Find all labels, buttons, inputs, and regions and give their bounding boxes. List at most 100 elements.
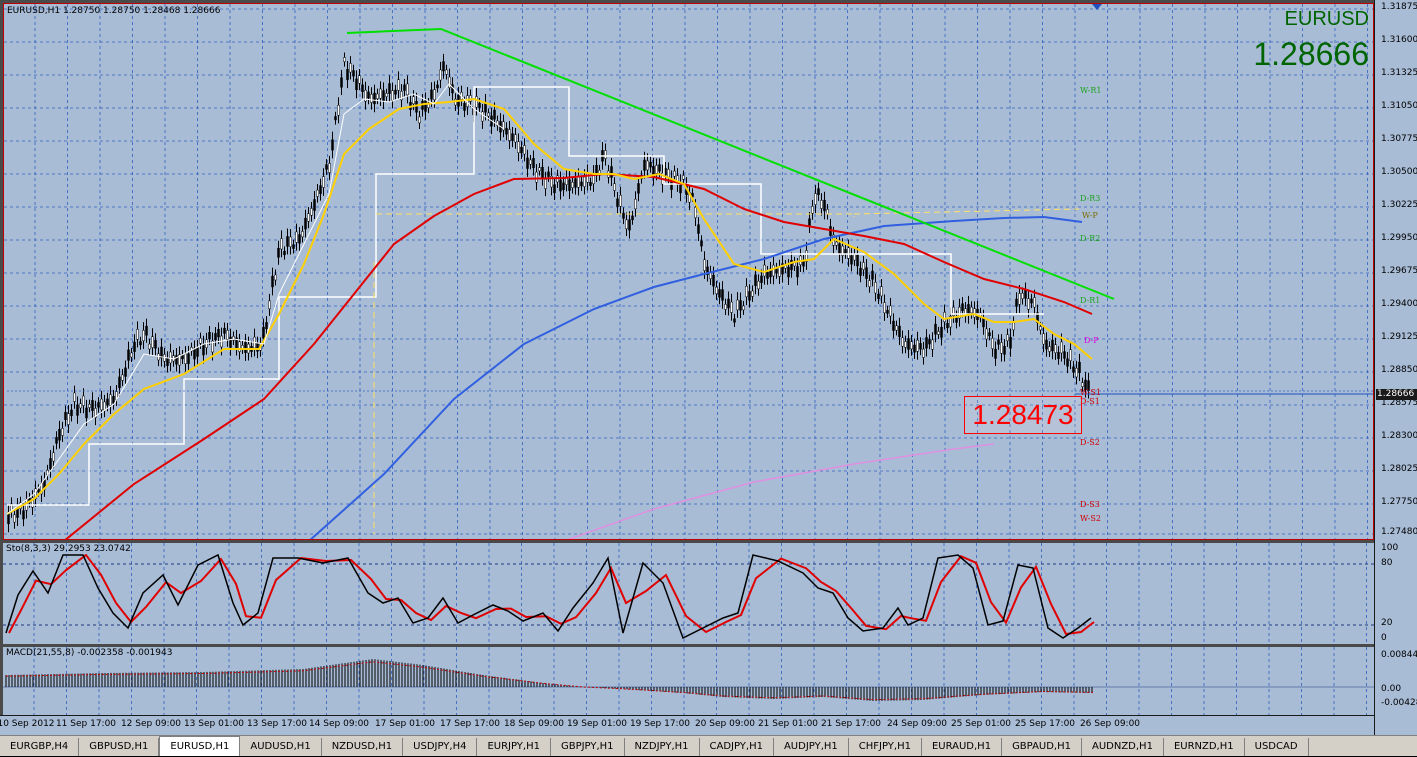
candle-body — [697, 224, 700, 234]
chart-tab-euraud-h1[interactable]: EURAUD,H1 — [922, 738, 1003, 756]
pivot-label-d-r1: D-R1 — [1080, 296, 1101, 305]
chart-tab-audjpy-h1[interactable]: AUDJPY,H1 — [774, 738, 849, 756]
candle-body — [187, 353, 190, 364]
price-chart-canvas[interactable] — [4, 4, 1374, 540]
candle-body — [1069, 349, 1072, 361]
candle-body — [340, 77, 343, 88]
candle-body — [304, 217, 307, 230]
chart-tab-chfjpy-h1[interactable]: CHFJPY,H1 — [849, 738, 922, 756]
chart-tab-usdjpy-h4[interactable]: USDJPY,H4 — [403, 738, 478, 756]
candle-body — [475, 96, 478, 108]
chart-tab-eurgbp-h4[interactable]: EURGBP,H4 — [0, 738, 80, 756]
chart-tab-eurnzd-h1[interactable]: EURNZD,H1 — [1164, 738, 1245, 756]
price-axis-label: 1.28850 — [1381, 365, 1417, 375]
candle-body — [820, 200, 823, 209]
candle-body — [811, 206, 814, 214]
candle-body — [343, 57, 346, 62]
candle-body — [1024, 289, 1027, 299]
candle-body — [106, 398, 109, 406]
candle-body — [244, 341, 247, 353]
candle-body — [730, 301, 733, 313]
candle-body — [169, 351, 172, 364]
candle-body — [658, 164, 661, 172]
price-axis-label: 1.31875 — [1381, 2, 1417, 12]
candle-body — [322, 176, 325, 188]
candle-body — [757, 280, 760, 290]
candle-body — [583, 176, 586, 187]
price-chart-pane[interactable]: EURUSD,H1 1.28750 1.28750 1.28468 1.2866… — [3, 3, 1374, 540]
time-axis-label: 19 Sep 01:00 — [566, 719, 628, 729]
chart-tab-gbpaud-h1[interactable]: GBPAUD,H1 — [1002, 738, 1082, 756]
candle-body — [826, 209, 829, 215]
candle-body — [643, 159, 646, 171]
chart-tab-nzdusd-h1[interactable]: NZDUSD,H1 — [322, 738, 404, 756]
candle-body — [79, 403, 82, 409]
candle-body — [703, 259, 706, 271]
chart-info-line: EURUSD,H1 1.28750 1.28750 1.28468 1.2866… — [7, 6, 221, 16]
candle-body — [760, 275, 763, 283]
candle-body — [1015, 298, 1018, 307]
candle-body — [859, 267, 862, 276]
time-axis[interactable]: 10 Sep 2012 11 Sep 17:00 12 Sep 09:00 13 Se… — [0, 715, 1374, 736]
chart-tab-audnzd-h1[interactable]: AUDNZD,H1 — [1082, 738, 1164, 756]
candle-body — [208, 332, 211, 340]
candle-body — [337, 105, 340, 116]
candle-body — [394, 89, 397, 95]
candle-body — [184, 353, 187, 364]
candle-body — [352, 70, 355, 77]
macd-axis-label: 0.008444 — [1381, 650, 1417, 660]
candle-body — [637, 183, 640, 194]
candle-body — [505, 127, 508, 135]
candle-body — [745, 286, 748, 298]
candle-body — [907, 338, 910, 350]
candle-body — [274, 274, 277, 281]
candle-body — [313, 199, 316, 211]
candle-body — [310, 208, 313, 216]
chart-window[interactable]: EURUSD,H1 1.28750 1.28750 1.28468 1.2866… — [0, 0, 1417, 736]
chart-tab-nzdjpy-h1[interactable]: NZDJPY,H1 — [625, 738, 700, 756]
candle-body — [103, 401, 106, 411]
price-axis-label: 1.31325 — [1381, 68, 1417, 78]
candle-body — [433, 89, 436, 101]
candle-body — [622, 212, 625, 219]
chart-tab-cadjpy-h1[interactable]: CADJPY,H1 — [700, 738, 774, 756]
candle-body — [319, 185, 322, 194]
time-axis-label: 11 Sep 17:00 — [55, 719, 117, 729]
macd-canvas[interactable] — [3, 647, 1374, 715]
chart-tab-gbpusd-h1[interactable]: GBPUSD,H1 — [79, 738, 160, 756]
candle-body — [667, 169, 670, 178]
stochastic-canvas[interactable] — [3, 543, 1374, 644]
candle-body — [913, 344, 916, 353]
candle-body — [772, 264, 775, 277]
candle-body — [883, 302, 886, 314]
candle-body — [277, 248, 280, 258]
time-axis-label: 13 Sep 17:00 — [246, 719, 308, 729]
candle-body — [874, 282, 877, 294]
pivot-label-d-p: D-P — [1084, 336, 1099, 345]
candle-body — [355, 78, 358, 91]
chart-tab-usdcad[interactable]: USDCAD — [1245, 738, 1309, 756]
candle-body — [214, 333, 217, 341]
candle-body — [1039, 326, 1042, 331]
chart-tab-eurjpy-h1[interactable]: EURJPY,H1 — [477, 738, 551, 756]
chart-tab-audusd-h1[interactable]: AUDUSD,H1 — [240, 738, 322, 756]
candle-body — [1075, 367, 1078, 378]
stochastic-pane[interactable]: Sto(8,3,3) 29.2953 23.0742 — [3, 543, 1374, 644]
candle-body — [934, 323, 937, 335]
candle-body — [136, 329, 139, 340]
candle-body — [577, 176, 580, 188]
candle-body — [748, 291, 751, 301]
candle-body — [568, 179, 571, 191]
macd-pane[interactable]: MACD(21,55,8) -0.002358 -0.001943 — [3, 647, 1374, 715]
candle-body — [385, 93, 388, 97]
time-axis-label: 18 Sep 09:00 — [503, 719, 565, 729]
chart-tab-eurusd-h1[interactable]: EURUSD,H1 — [159, 736, 241, 756]
candle-body — [298, 234, 301, 244]
price-axis[interactable]: 1.31875 1.31600 1.31325 1.31050 1.30775 1.305… — [1374, 0, 1417, 735]
candle-body — [553, 184, 556, 194]
candle-body — [940, 326, 943, 338]
price-grid — [4, 4, 1373, 539]
chart-tab-gbpjpy-h1[interactable]: GBPJPY,H1 — [551, 738, 625, 756]
candle-body — [1054, 344, 1057, 354]
price-axis-label: 1.27480 — [1381, 527, 1417, 537]
